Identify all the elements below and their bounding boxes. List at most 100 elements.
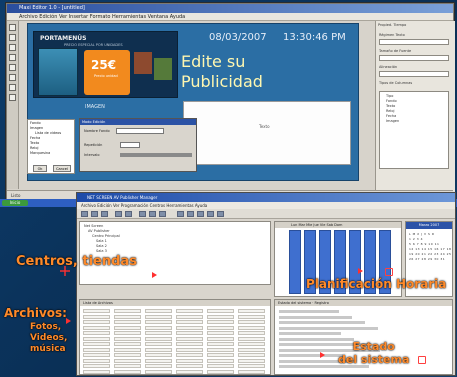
file-item[interactable] — [238, 309, 265, 313]
file-item[interactable] — [176, 364, 203, 368]
file-item[interactable] — [238, 369, 265, 374]
play-icon[interactable] — [177, 211, 184, 217]
date-tool-icon[interactable] — [9, 64, 16, 71]
file-item[interactable] — [83, 320, 110, 324]
file-item[interactable] — [207, 342, 234, 346]
stop-icon[interactable] — [159, 211, 166, 217]
ok-button[interactable]: Ok — [33, 165, 47, 172]
properties-tabs[interactable]: Propied. Tiempo — [378, 23, 406, 27]
undo-icon[interactable] — [115, 211, 122, 217]
tree-item[interactable]: Marquesina — [30, 151, 72, 156]
file-item[interactable] — [207, 309, 234, 313]
cut-icon[interactable] — [139, 211, 146, 217]
centers-tree[interactable]: Net Screen AV Publisher Centro Principal… — [79, 221, 271, 285]
file-item[interactable] — [238, 347, 265, 352]
file-item[interactable] — [83, 309, 110, 313]
file-item[interactable] — [83, 369, 110, 374]
file-item[interactable] — [207, 358, 234, 363]
file-item[interactable] — [238, 353, 265, 357]
video-tool-icon[interactable] — [9, 74, 16, 81]
file-item[interactable] — [207, 320, 234, 324]
file-item[interactable] — [207, 336, 234, 341]
file-item[interactable] — [114, 309, 141, 313]
file-item[interactable] — [238, 325, 265, 330]
file-item[interactable] — [176, 369, 203, 374]
file-item[interactable] — [145, 364, 172, 368]
file-item[interactable] — [114, 353, 141, 357]
file-item[interactable] — [114, 331, 141, 335]
clock-tool-icon[interactable] — [9, 54, 16, 61]
file-item[interactable] — [114, 314, 141, 319]
file-item[interactable] — [83, 364, 110, 368]
file-item[interactable] — [114, 364, 141, 368]
file-item[interactable] — [83, 347, 110, 352]
file-item[interactable] — [83, 325, 110, 330]
property-field[interactable] — [379, 55, 449, 61]
cancel-button[interactable]: Cancel — [53, 165, 71, 172]
send-icon[interactable] — [207, 211, 214, 217]
grid-icon[interactable] — [197, 211, 204, 217]
clock-widget[interactable]: 13:30:46 PM — [283, 32, 346, 43]
file-item[interactable] — [114, 320, 141, 324]
file-item[interactable] — [83, 331, 110, 335]
file-item[interactable] — [176, 325, 203, 330]
banner-image[interactable]: PORTAMENÚS PRECIO ESPECIAL POR UNIDADES … — [33, 31, 178, 98]
file-item[interactable] — [114, 336, 141, 341]
image-tool-icon[interactable] — [9, 44, 16, 51]
file-item[interactable] — [207, 364, 234, 368]
file-item[interactable] — [114, 358, 141, 363]
file-item[interactable] — [83, 314, 110, 319]
manager-menubar[interactable]: Archivo Edición Ver Programación Centros… — [77, 202, 455, 209]
file-item[interactable] — [145, 325, 172, 330]
file-item[interactable] — [238, 320, 265, 324]
file-item[interactable] — [176, 347, 203, 352]
file-item[interactable] — [145, 331, 172, 335]
start-button[interactable]: Inicio — [2, 200, 28, 206]
file-item[interactable] — [176, 358, 203, 363]
file-item[interactable] — [238, 342, 265, 346]
file-item[interactable] — [145, 369, 172, 374]
property-field[interactable] — [379, 71, 449, 77]
file-item[interactable] — [114, 325, 141, 330]
repeat-field[interactable] — [120, 142, 140, 148]
calendar-grid[interactable]: L M X J V S D 1 2 3 4 5 6 7 8 9 10 11 12… — [409, 232, 451, 262]
open-icon[interactable] — [91, 211, 98, 217]
file-item[interactable] — [176, 331, 203, 335]
editor-menubar[interactable]: Archivo Edición Ver Insertar Formato Her… — [7, 13, 453, 21]
calendar-row[interactable]: 26 27 28 29 30 31 — [409, 257, 451, 262]
file-item[interactable] — [145, 353, 172, 357]
print-icon[interactable] — [217, 211, 224, 217]
file-item[interactable] — [83, 336, 110, 341]
property-list[interactable]: Tipo Fondo Texto Reloj Fecha Imagen — [379, 91, 449, 169]
file-item[interactable] — [145, 320, 172, 324]
file-item[interactable] — [145, 342, 172, 346]
file-item[interactable] — [238, 314, 265, 319]
interval-slider[interactable] — [120, 153, 192, 157]
file-item[interactable] — [238, 336, 265, 341]
file-item[interactable] — [176, 353, 203, 357]
file-item[interactable] — [114, 369, 141, 374]
select-tool-icon[interactable] — [9, 24, 16, 31]
file-item[interactable] — [207, 353, 234, 357]
headline-text[interactable]: Edite su Publicidad — [181, 52, 263, 92]
file-item[interactable] — [83, 353, 110, 357]
file-item[interactable] — [83, 342, 110, 346]
redo-icon[interactable] — [125, 211, 132, 217]
file-item[interactable] — [176, 342, 203, 346]
file-item[interactable] — [145, 347, 172, 352]
file-item[interactable] — [114, 347, 141, 352]
file-item[interactable] — [238, 364, 265, 368]
save-icon[interactable] — [101, 211, 108, 217]
list-item[interactable]: Imagen — [386, 119, 442, 124]
background-name-field[interactable] — [116, 128, 164, 134]
new-icon[interactable] — [81, 211, 88, 217]
date-widget[interactable]: 08/03/2007 — [209, 32, 267, 43]
copy-icon[interactable] — [149, 211, 156, 217]
zoom-icon[interactable] — [187, 211, 194, 217]
file-item[interactable] — [114, 342, 141, 346]
file-item[interactable] — [145, 309, 172, 313]
file-item[interactable] — [176, 309, 203, 313]
file-item[interactable] — [176, 314, 203, 319]
text-frame[interactable] — [183, 101, 351, 165]
file-item[interactable] — [176, 336, 203, 341]
